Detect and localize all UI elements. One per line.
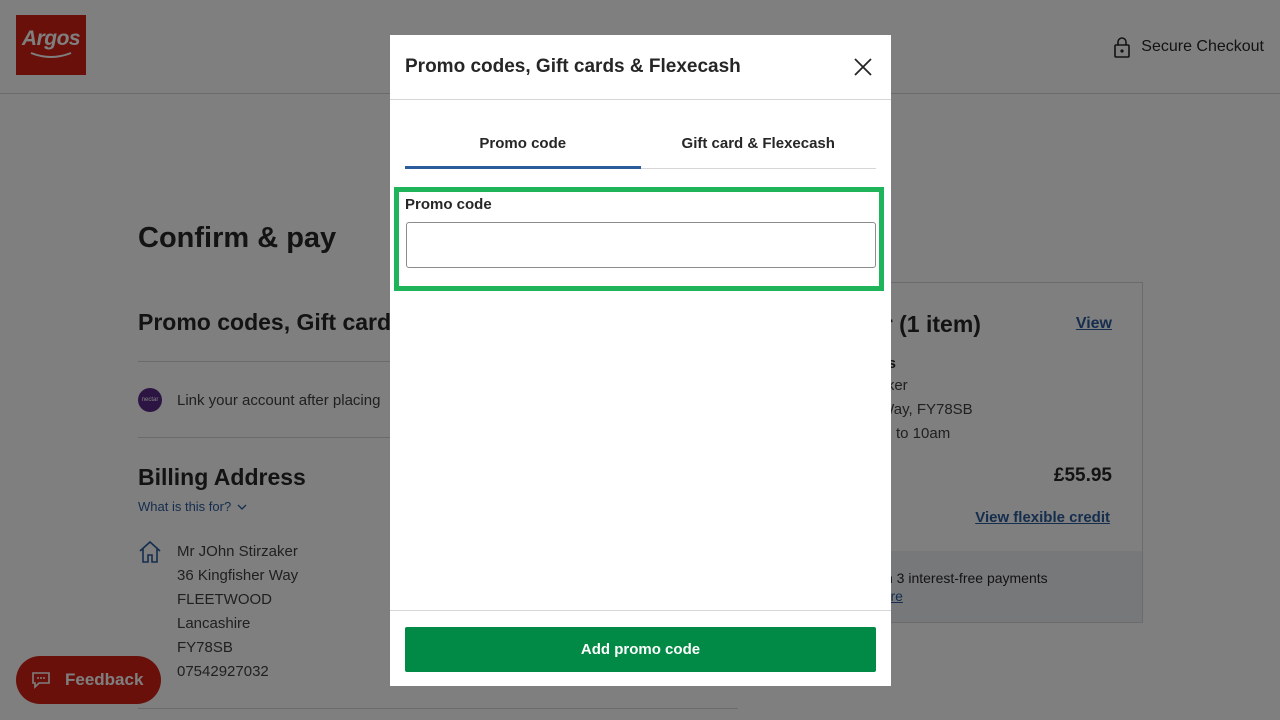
modal-tabs: Promo code Gift card & Flexecash [405, 118, 876, 169]
tab-promo-code[interactable]: Promo code [405, 118, 641, 169]
modal-title: Promo codes, Gift cards & Flexecash [405, 56, 741, 77]
close-button[interactable] [847, 51, 879, 83]
promo-code-input[interactable] [406, 222, 876, 268]
tab-gift-card-flexecash[interactable]: Gift card & Flexecash [641, 118, 877, 168]
add-promo-code-button[interactable]: Add promo code [405, 627, 876, 672]
close-icon [854, 58, 872, 76]
modal-header: Promo codes, Gift cards & Flexecash [390, 35, 891, 100]
promo-code-label: Promo code [405, 196, 492, 213]
modal-footer: Add promo code [390, 610, 891, 686]
promo-modal: Promo codes, Gift cards & Flexecash Prom… [390, 35, 891, 686]
